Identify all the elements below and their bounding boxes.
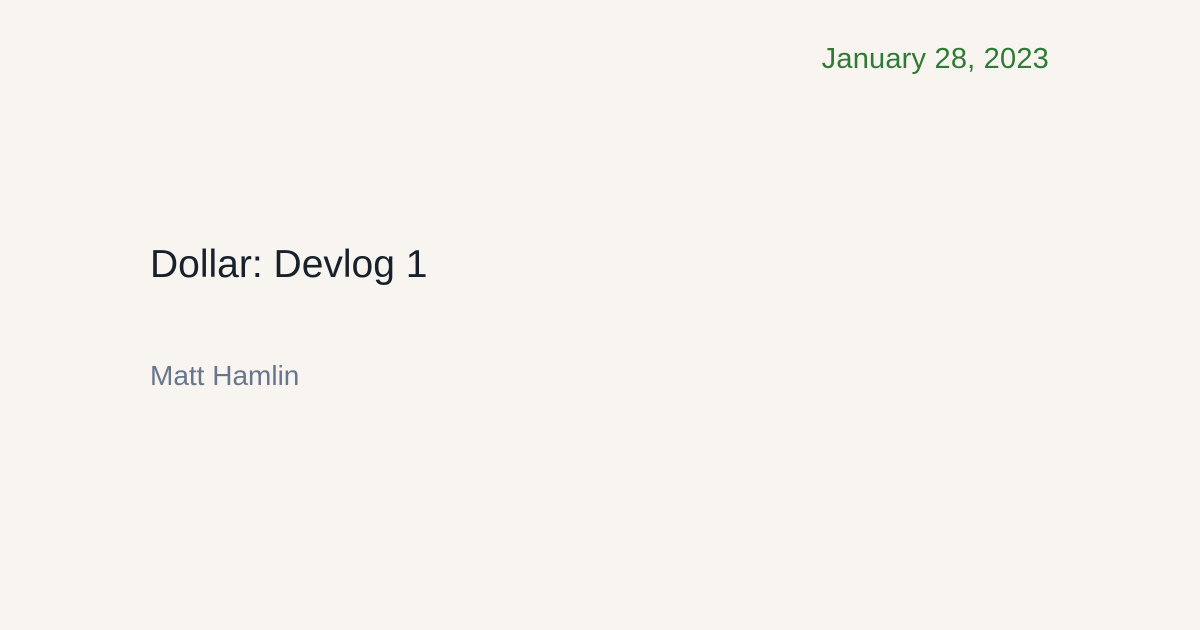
social-preview-card: January 28, 2023 Dollar: Devlog 1 Matt H… — [0, 0, 1200, 630]
post-date: January 28, 2023 — [821, 43, 1049, 75]
post-author: Matt Hamlin — [150, 360, 300, 391]
post-title: Dollar: Devlog 1 — [150, 243, 428, 286]
